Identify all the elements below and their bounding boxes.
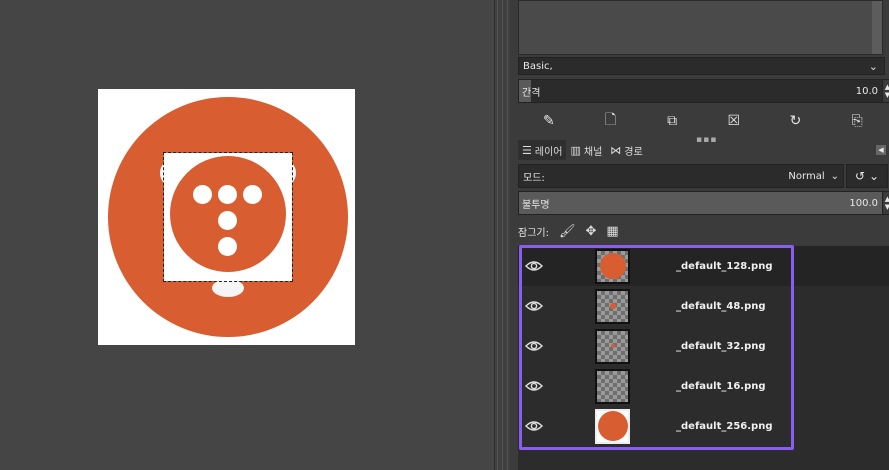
opacity-value: 100.0 bbox=[849, 197, 878, 209]
layer-row[interactable]: _default_256.png bbox=[518, 406, 889, 446]
layer-name: _default_256.png bbox=[676, 420, 773, 432]
lock-position-icon[interactable]: ✥ bbox=[586, 224, 597, 239]
brush-preview-area[interactable] bbox=[518, 0, 883, 55]
lock-alpha-icon[interactable]: ▦ bbox=[606, 224, 618, 239]
duplicate-brush-icon[interactable]: ⧉ bbox=[662, 111, 682, 131]
delete-brush-icon[interactable]: ☒ bbox=[724, 111, 744, 131]
edit-brush-icon[interactable]: ✎ bbox=[539, 111, 559, 131]
layer-thumbnail bbox=[595, 248, 630, 284]
image-canvas-area[interactable] bbox=[0, 0, 494, 470]
eye-icon[interactable] bbox=[525, 260, 543, 272]
brush-preset-select[interactable]: Basic, ⌄ bbox=[518, 57, 885, 75]
active-layer-boundary[interactable] bbox=[163, 152, 293, 282]
brush-actions-toolbar: ✎ 🗋 ⧉ ☒ ↻ ⎘ bbox=[518, 107, 888, 135]
paths-tab-icon: ⋈ bbox=[610, 143, 622, 157]
image-canvas[interactable] bbox=[98, 89, 355, 345]
lock-label: 잠그기: bbox=[518, 227, 549, 239]
eye-icon[interactable] bbox=[525, 420, 543, 432]
spacing-spinner[interactable]: 간격 10.0 ▲ ▼ bbox=[518, 79, 889, 103]
spacing-value: 10.0 bbox=[855, 85, 878, 97]
mode-label: 모드: bbox=[523, 172, 545, 184]
logo-dot bbox=[218, 185, 237, 204]
dock-menu-icon[interactable]: ◀ bbox=[876, 145, 886, 155]
tab-channels[interactable]: ▥ 채널 bbox=[566, 140, 606, 160]
eye-icon[interactable] bbox=[525, 300, 543, 312]
dock-tabs: ☰ 레이어 ▥ 채널 ⋈ 경로 bbox=[518, 140, 888, 160]
chevron-down-icon: ⌄ bbox=[830, 170, 839, 182]
chevron-down-icon: ⌄ bbox=[868, 59, 878, 73]
opacity-stepper[interactable]: ▲ ▼ bbox=[882, 192, 889, 214]
logo-dot bbox=[193, 185, 212, 204]
lock-row: 잠그기: 🖌 ✥ ▦ bbox=[518, 222, 619, 240]
tab-layers[interactable]: ☰ 레이어 bbox=[518, 140, 567, 160]
layers-tab-icon: ☰ bbox=[522, 143, 532, 157]
new-brush-icon[interactable]: 🗋 bbox=[600, 111, 620, 131]
mode-value: Normal bbox=[788, 170, 825, 182]
background-dot bbox=[212, 279, 244, 297]
lock-pixels-icon[interactable]: 🖌 bbox=[559, 224, 576, 239]
logo-dot bbox=[218, 237, 237, 256]
brush-preset-value: Basic, bbox=[523, 60, 553, 72]
layer-row[interactable]: _default_32.png bbox=[518, 326, 889, 366]
tab-channels-label: 채널 bbox=[583, 146, 603, 158]
layer-row[interactable]: _default_128.png bbox=[518, 246, 889, 286]
mode-reset-button[interactable]: ↺ ⌄ bbox=[846, 164, 888, 188]
layer-row[interactable]: _default_48.png bbox=[518, 286, 889, 326]
layer-thumbnail bbox=[595, 328, 630, 364]
tab-layers-label: 레이어 bbox=[534, 146, 563, 158]
layer-name: _default_48.png bbox=[676, 300, 766, 312]
open-as-image-icon[interactable]: ⎘ bbox=[847, 111, 867, 131]
layer-name: _default_32.png bbox=[676, 340, 766, 352]
layers-list[interactable]: _default_128.png _default_48.png _default_… bbox=[518, 246, 889, 470]
layer-thumbnail bbox=[595, 288, 630, 324]
refresh-brushes-icon[interactable]: ↻ bbox=[785, 111, 805, 131]
layer-thumbnail bbox=[595, 368, 630, 404]
reset-icon: ↺ bbox=[854, 169, 865, 183]
logo-dot bbox=[218, 211, 237, 230]
right-dock: Basic, ⌄ 간격 10.0 ▲ ▼ ✎ 🗋 ⧉ ☒ ↻ ⎘ ▪▪▪ ☰ 레이… bbox=[510, 0, 889, 470]
opacity-spinner[interactable]: 불투명 100.0 ▲ ▼ bbox=[518, 191, 889, 215]
layer-name: _default_128.png bbox=[676, 260, 773, 272]
layer-mode-row: 모드: Normal ⌄ ↺ ⌄ bbox=[518, 164, 888, 188]
layer-thumbnail bbox=[595, 408, 630, 444]
layer-disc bbox=[170, 156, 286, 272]
channels-tab-icon: ▥ bbox=[570, 143, 581, 157]
layer-row[interactable]: _default_16.png bbox=[518, 366, 889, 406]
brush-scrollbar[interactable] bbox=[872, 1, 882, 54]
dock-separator[interactable] bbox=[494, 0, 510, 470]
opacity-label: 불투명 bbox=[522, 199, 550, 211]
tab-paths[interactable]: ⋈ 경로 bbox=[606, 140, 646, 160]
logo-dot bbox=[243, 185, 262, 204]
spacing-label: 간격 bbox=[522, 87, 541, 99]
eye-icon[interactable] bbox=[525, 380, 543, 392]
layer-name: _default_16.png bbox=[676, 380, 766, 392]
spacing-stepper[interactable]: ▲ ▼ bbox=[882, 80, 889, 102]
layer-mode-select[interactable]: 모드: Normal ⌄ bbox=[518, 164, 844, 188]
chevron-down-icon: ⌄ bbox=[869, 169, 880, 183]
eye-icon[interactable] bbox=[525, 340, 543, 352]
opacity-fill bbox=[519, 192, 889, 214]
tab-paths-label: 경로 bbox=[624, 146, 643, 158]
